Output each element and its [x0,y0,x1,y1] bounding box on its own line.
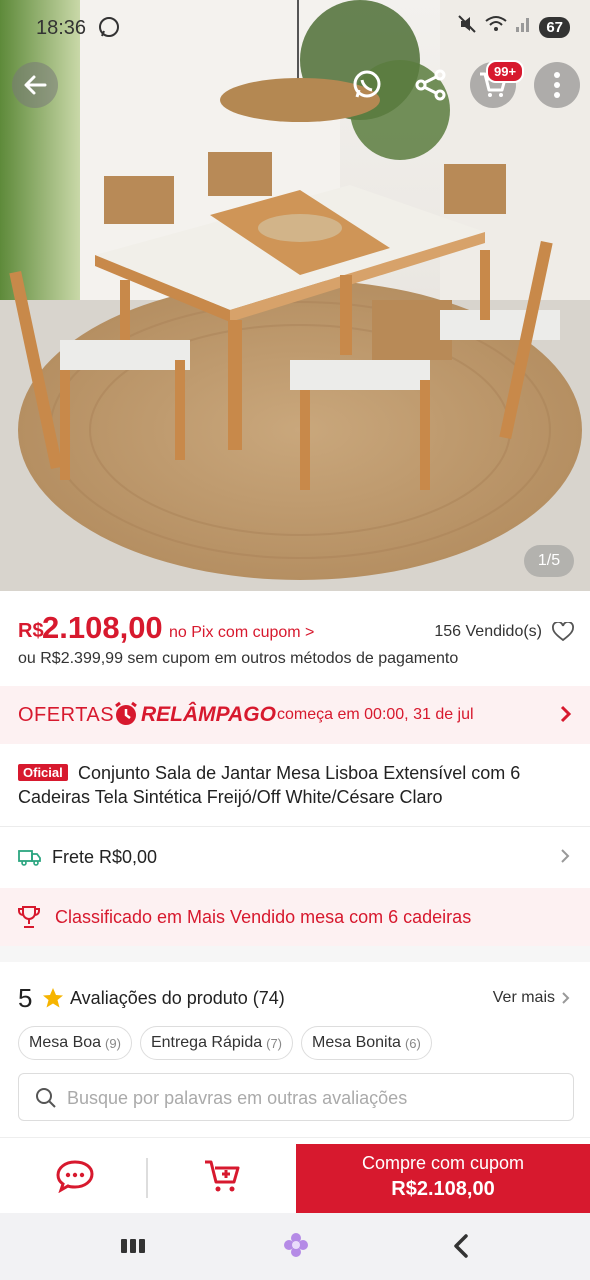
bottom-action-bar: Compre com cupom R$2.108,00 [0,1137,590,1214]
buy-button-price: R$2.108,00 [391,1178,495,1200]
system-navigation-bar [0,1213,590,1280]
add-to-cart-icon [205,1160,240,1192]
chip-count: (6) [404,1035,421,1051]
review-chip[interactable]: Mesa Bonita (6) [301,1026,432,1060]
product-title: Conjunto Sala de Jantar Mesa Lisboa Exte… [18,763,521,807]
battery-level: 67 [539,16,570,38]
see-more-reviews-link[interactable]: Ver mais [493,989,570,1007]
add-to-cart-button[interactable] [188,1138,258,1214]
chip-count: (9) [105,1035,121,1051]
signal-icon [515,15,531,39]
flash-relampago-label: RELÂMPAGO [141,703,276,726]
chip-label: Entrega Rápida [150,1034,263,1051]
trophy-icon [18,905,40,934]
back-arrow-icon [24,75,47,95]
shipping-label: Frete R$0,00 [52,847,158,867]
star-icon [42,987,64,1014]
alarm-clock-icon [113,701,139,732]
review-chip[interactable]: Mesa Boa (9) [18,1026,132,1060]
whatsapp-notification-icon [98,16,120,44]
chip-count: (7) [266,1035,283,1051]
system-back-button[interactable] [452,1234,470,1263]
chevron-right-icon [560,848,570,869]
share-whatsapp-button[interactable] [344,62,390,108]
ranking-banner[interactable]: Classificado em Mais Vendido mesa com 6 … [0,888,590,946]
section-gap [0,946,590,962]
buy-with-coupon-button[interactable]: Compre com cupom R$2.108,00 [296,1144,590,1214]
home-button[interactable] [283,1232,309,1263]
truck-icon [18,848,42,871]
ranking-label: Classificado em Mais Vendido mesa com 6 … [55,907,472,927]
chevron-right-icon [562,992,570,1004]
buy-button-label: Compre com cupom [361,1153,525,1173]
recent-apps-button[interactable] [120,1236,146,1261]
price-currency: R$ [18,620,44,642]
shipping-row[interactable]: Frete R$0,00 [0,828,590,886]
chip-label: Mesa Bonita [312,1034,401,1051]
pix-coupon-link[interactable]: no Pix com cupom > [169,624,314,642]
chevron-left-icon [454,1234,468,1258]
alternative-price: ou R$2.399,99 sem cupom em outros método… [18,650,459,667]
recent-apps-icon [121,1239,145,1253]
back-button[interactable] [12,62,58,108]
flash-ofertas-label: OFERTAS [18,704,115,726]
system-icons: 67 [457,14,570,40]
official-store-badge: Oficial [18,764,68,781]
price-value: 2.108,00 [42,610,163,645]
cart-count-badge: 99+ [486,60,525,83]
favorite-button[interactable] [552,621,574,647]
product-image-gallery[interactable]: 18:36 67 99+ 1/5 [0,0,590,591]
flash-sale-banner[interactable]: OFERTAS RELÂMPAGO começa em 00:00, 31 de… [0,686,590,744]
image-counter: 1/5 [524,545,574,577]
chevron-right-icon [560,705,572,728]
chip-label: Mesa Boa [29,1034,102,1051]
status-bar: 18:36 67 [0,0,590,56]
review-tag-chips: Mesa Boa (9) Entrega Rápida (7) Mesa Bon… [18,1026,432,1060]
review-chip[interactable]: Entrega Rápida (7) [139,1026,294,1060]
action-separator [146,1158,148,1198]
sold-count: 156 Vendido(s) [434,623,542,640]
flower-home-icon [284,1233,308,1257]
chat-icon [56,1160,94,1193]
search-icon [35,1087,57,1114]
price-row: R$ 2.108,00 no Pix com cupom > 156 Vendi… [18,610,578,650]
whatsapp-icon [353,70,381,98]
rating-score: 5 [18,983,33,1013]
clock: 18:36 [36,17,87,39]
more-options-button[interactable] [534,62,580,108]
review-search-input[interactable] [67,1084,557,1112]
divider [0,826,590,827]
reviews-title: Avaliações do produto (74) [70,988,285,1008]
wifi-icon [485,15,507,39]
more-vertical-icon [554,72,560,98]
mute-icon [457,14,477,40]
chat-button[interactable] [40,1138,110,1214]
share-icon [415,69,446,101]
review-search-box[interactable] [18,1073,574,1121]
flash-start-time: começa em 00:00, 31 de jul [277,706,474,723]
see-more-label: Ver mais [492,989,555,1006]
share-button[interactable] [408,62,454,108]
heart-icon [552,621,574,642]
